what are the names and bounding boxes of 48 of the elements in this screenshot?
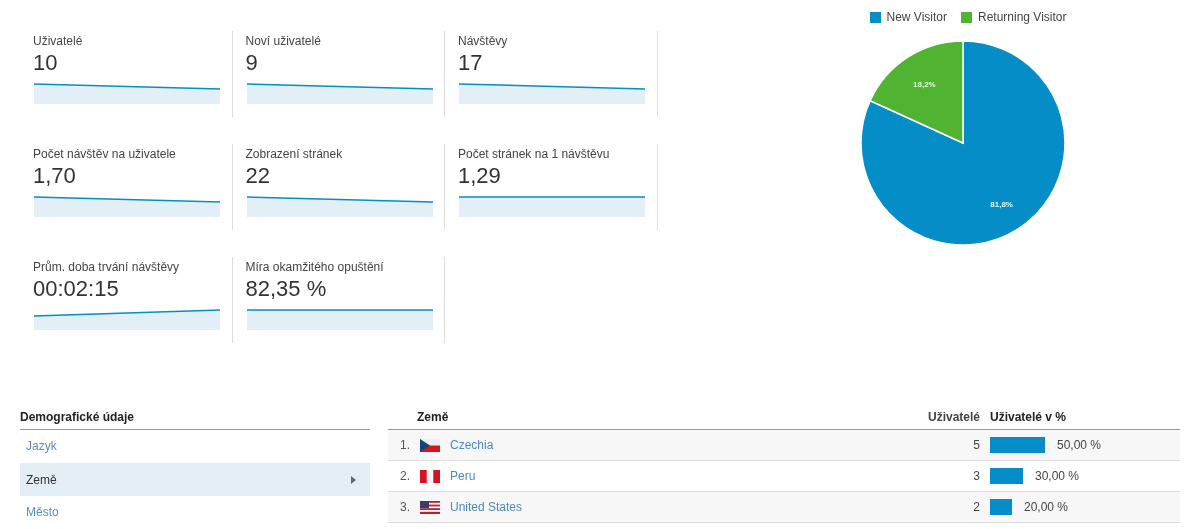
metric-label: Počet návštěv na uživatele — [33, 146, 177, 162]
metric-label: Uživatelé — [33, 33, 84, 49]
pie-value-label: 81,8% — [990, 200, 1013, 210]
legend-label: Returning Visitor — [978, 10, 1067, 24]
table-cell-text: 3 — [972, 469, 981, 483]
metric-value: 00:02:15 — [33, 276, 120, 302]
percent-bar — [990, 468, 1023, 484]
legend-swatch — [961, 11, 972, 23]
table-cell: 50,00 % — [1057, 438, 1102, 452]
table-cell-text: 2 — [972, 500, 981, 514]
column-header: Země — [416, 410, 450, 424]
metric-label: Zobrazení stránek — [245, 146, 344, 162]
metric-value: 82,35 % — [245, 276, 328, 302]
country-link[interactable]: Czechia — [450, 438, 494, 452]
demographic-item[interactable]: Jazyk — [20, 430, 370, 461]
panel-heading: Demografické údaje — [20, 400, 370, 430]
table-cell: 30,00 % — [1035, 469, 1080, 483]
metric-value: 17 — [458, 50, 484, 76]
flag-icon — [420, 500, 440, 514]
caret-icon — [351, 475, 356, 484]
column-header: Uživatelé — [926, 410, 981, 424]
column-header: Uživatelé v % — [990, 410, 1068, 424]
percent-bar — [990, 499, 1012, 515]
flag-icon — [420, 469, 440, 483]
legend-label: New Visitor — [886, 10, 947, 24]
country-link[interactable]: United States — [450, 500, 523, 514]
metric-value: 22 — [245, 163, 271, 189]
metric-label: Návštěvy — [458, 33, 509, 49]
rank-number: 2. — [400, 469, 411, 483]
metric-value: 1,70 — [33, 163, 77, 189]
metric-value: 9 — [245, 50, 259, 76]
metric-label: Prům. doba trvání návštěvy — [33, 259, 181, 275]
metric-label: Počet stránek na 1 návštěvu — [458, 146, 611, 162]
legend-swatch — [869, 11, 881, 23]
percent-bar — [990, 437, 1045, 453]
table-cell: 20,00 % — [1024, 500, 1069, 514]
rank-number: 1. — [400, 438, 411, 452]
demographic-item[interactable]: Město — [20, 496, 370, 527]
metric-value: 1,29 — [458, 163, 502, 189]
table-cell-text: 5 — [972, 438, 981, 452]
flag-icon — [420, 438, 440, 452]
metric-value: 10 — [33, 50, 59, 76]
demographic-item[interactable]: Země — [20, 463, 370, 496]
metric-label: Noví uživatelé — [245, 33, 322, 49]
pie-value-label: 18,2% — [913, 79, 936, 89]
country-link[interactable]: Peru — [450, 469, 476, 483]
rank-number: 3. — [400, 500, 411, 514]
metric-label: Míra okamžitého opuštění — [245, 259, 385, 275]
